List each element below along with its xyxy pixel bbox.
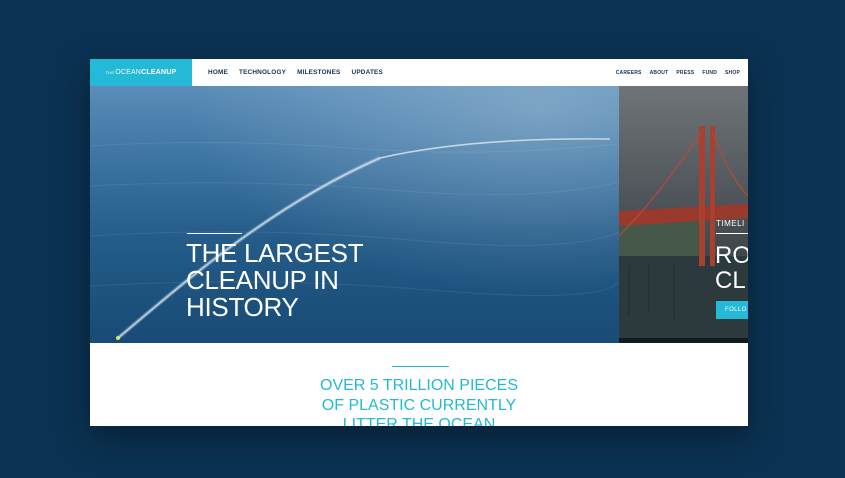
hero-divider	[187, 233, 242, 234]
hero-slide[interactable]: THE LARGEST CLEANUP IN HISTORY	[90, 86, 619, 343]
website-screenshot: THE OCEAN CLEANUP HOME TECHNOLOGY MILEST…	[90, 59, 748, 426]
plastic-stat-section: OVER 5 TRILLION PIECES OF PLASTIC CURREN…	[90, 343, 748, 426]
stat-line: OVER 5 TRILLION PIECES	[320, 377, 518, 394]
nav-about[interactable]: ABOUT	[650, 70, 669, 76]
hero-title-line: HISTORY	[186, 292, 299, 322]
logo-text-thin: OCEAN	[115, 69, 142, 76]
hero-title-line: CLEANUP IN	[186, 265, 339, 295]
stat-divider	[392, 366, 449, 367]
stat-line: LITTER THE OCEAN	[342, 416, 496, 426]
stat-line: OF PLASTIC CURRENTLY	[321, 396, 517, 414]
nav-updates[interactable]: UPDATES	[352, 69, 383, 76]
hero-title: THE LARGEST CLEANUP IN HISTORY	[186, 240, 446, 321]
nav-fund[interactable]: FUND	[702, 70, 717, 76]
logo-prefix: THE	[105, 70, 115, 75]
next-slide-preview[interactable]: TIMELI RO CL FOLLO	[619, 86, 748, 343]
stat-heading: OVER 5 TRILLION PIECES OF PLASTIC CURREN…	[90, 376, 748, 426]
slide-title-line: RO	[715, 242, 748, 269]
logo[interactable]: THE OCEAN CLEANUP	[90, 59, 192, 86]
nav-shop[interactable]: SHOP	[725, 70, 740, 76]
slide-label: TIMELI	[716, 219, 745, 228]
slide-title: RO CL	[715, 243, 748, 293]
slide-title-line: CL	[715, 267, 746, 294]
hero-title-line: THE LARGEST	[186, 238, 364, 268]
site-header: THE OCEAN CLEANUP HOME TECHNOLOGY MILEST…	[90, 59, 748, 86]
nav-careers[interactable]: CAREERS	[616, 70, 642, 76]
nav-home[interactable]: HOME	[208, 69, 228, 76]
secondary-nav: CAREERS ABOUT PRESS FUND SHOP	[608, 70, 740, 76]
nav-press[interactable]: PRESS	[676, 70, 694, 76]
nav-technology[interactable]: TECHNOLOGY	[239, 69, 286, 76]
follow-button[interactable]: FOLLO	[716, 301, 748, 319]
slide-divider	[716, 233, 748, 234]
main-nav: HOME TECHNOLOGY MILESTONES UPDATES	[208, 69, 394, 76]
logo-text-bold: CLEANUP	[141, 69, 177, 76]
nav-milestones[interactable]: MILESTONES	[297, 69, 340, 76]
